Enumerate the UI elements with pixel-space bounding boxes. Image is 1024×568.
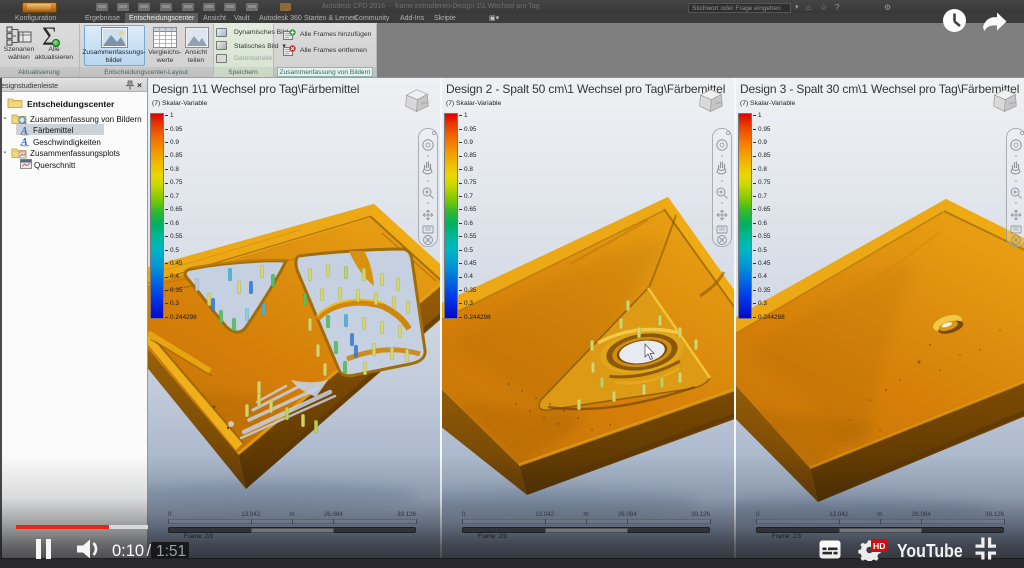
svg-text:A: A: [20, 126, 28, 136]
